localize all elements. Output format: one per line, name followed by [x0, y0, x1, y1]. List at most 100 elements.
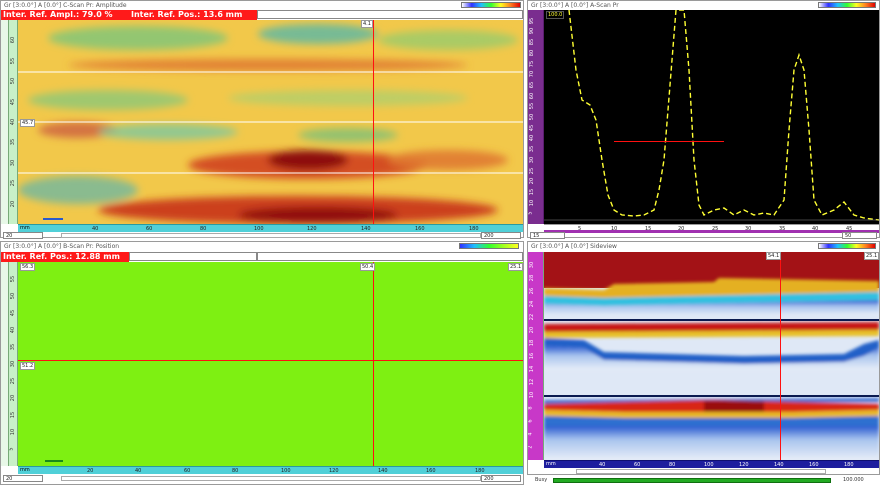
sscan-x-tick: 40 — [599, 462, 606, 468]
ascan-y-tick: 20 — [529, 177, 536, 185]
bscan-title: Gr [3:0.0°] A [0.0°] B-Scan Pr: Position — [1, 242, 523, 251]
ascan-y-tick: 80 — [529, 49, 536, 57]
cscan-x-tick: 80 — [200, 226, 207, 232]
sscan-horizontal-ruler[interactable]: 40 60 80 100 120 140 160 180 — [544, 460, 879, 468]
sscan-scroll-track[interactable] — [576, 469, 826, 474]
bscan-y-tick: 40 — [10, 326, 17, 334]
ascan-axis-end-input[interactable]: 50 — [842, 232, 877, 239]
ascan-axis-start-input[interactable]: 15 — [530, 232, 565, 239]
bscan-y-tick: 25 — [10, 377, 17, 385]
bscan-y-tick: 45 — [10, 309, 17, 317]
bscan-x-tick: 100 — [281, 468, 291, 474]
ascan-y-tick: 60 — [529, 92, 536, 100]
sscan-y-tick: 12 — [529, 378, 536, 386]
ascan-y-tick: 65 — [529, 81, 536, 89]
bscan-x-tick: 140 — [378, 468, 388, 474]
sscan-right-label: 25.1 — [864, 252, 880, 260]
sscan-color-palette[interactable] — [818, 243, 876, 249]
ascan-y-tick: 55 — [529, 102, 536, 110]
cscan-y-tick: 50 — [10, 77, 17, 85]
ascan-y-tick: 85 — [529, 38, 536, 46]
sscan-x-tick: 60 — [634, 462, 641, 468]
sscan-x-tick: 120 — [739, 462, 749, 468]
sscan-y-tick: 26 — [529, 287, 536, 295]
sscan-x-tick: 80 — [669, 462, 676, 468]
bscan-y-tick: 20 — [10, 394, 17, 402]
bscan-axis-start-input[interactable]: 20 — [3, 475, 43, 482]
cscan-axis-end-input[interactable]: 200 — [481, 232, 521, 239]
sscan-x-tick: 140 — [774, 462, 784, 468]
ascan-panel[interactable]: Gr [3:0.0°] A [0.0°] A-Scan Pr 95 90 85 80 7… — [527, 0, 880, 239]
bscan-axis-end-input[interactable]: 200 — [481, 475, 521, 482]
ascan-vertical-ruler[interactable]: 95 90 85 80 75 70 65 60 55 50 45 40 35 30 25 20 15 10 5 — [528, 10, 544, 224]
bscan-y-tick: 10 — [10, 428, 17, 436]
cscan-x-tick: 180 — [469, 226, 479, 232]
cscan-cursor-vertical[interactable] — [373, 20, 374, 224]
ascan-depth-bar[interactable] — [544, 230, 879, 233]
bscan-cursor-horizontal[interactable] — [18, 360, 523, 361]
sscan-y-tick: 28 — [529, 274, 536, 282]
bscan-pos-readout: Inter. Ref. Pos.: 12.88 mm — [1, 252, 129, 262]
sscan-x-unit: mm — [546, 461, 556, 467]
bscan-y-tick: 35 — [10, 343, 17, 351]
bscan-y-tick: 55 — [10, 275, 17, 283]
bscan-x-tick: 20 — [87, 468, 94, 474]
cscan-readout-spare — [257, 10, 523, 19]
bscan-scale-mark — [45, 460, 63, 462]
bscan-y-tick: 5 — [9, 447, 15, 451]
bscan-x-tick: 160 — [426, 468, 436, 474]
bscan-color-palette[interactable] — [459, 243, 519, 249]
ascan-y-tick: 35 — [529, 145, 536, 153]
bscan-left-strip — [1, 262, 9, 466]
bscan-cursor-label: 50.4 — [360, 263, 376, 271]
cscan-x-tick: 100 — [254, 226, 264, 232]
status-right-text: 100.000 — [843, 477, 864, 483]
sscan-y-tick: 10 — [529, 391, 536, 399]
sscan-cursor-label: 54.1 — [766, 252, 782, 260]
cscan-image[interactable] — [18, 20, 523, 224]
ascan-top-value: 100.0 — [546, 11, 565, 19]
bscan-x-tick: 120 — [329, 468, 339, 474]
sscan-y-tick: 8 — [528, 406, 534, 410]
ascan-y-tick: 50 — [529, 113, 536, 121]
ascan-y-tick: 30 — [529, 156, 536, 164]
bscan-horizontal-ruler[interactable]: 20 40 60 80 100 120 140 160 180 — [18, 466, 523, 474]
sscan-x-tick: 160 — [809, 462, 819, 468]
cscan-horizontal-ruler[interactable]: 40 60 80 100 120 140 160 180 — [18, 224, 523, 232]
ascan-y-tick: 90 — [529, 27, 536, 35]
cscan-panel[interactable]: Gr [3:0.0°] A [0.0°] C-Scan Pr: Amplitud… — [0, 0, 524, 239]
cscan-pos-readout: Inter. Ref. Pos.: 13.6 mm — [129, 10, 257, 20]
cscan-x-tick: 140 — [361, 226, 371, 232]
sscan-cursor-vertical[interactable] — [780, 252, 781, 460]
ascan-y-tick: 75 — [529, 60, 536, 68]
sscan-x-tick: 100 — [704, 462, 714, 468]
cscan-y-tick: 45 — [10, 98, 17, 106]
cscan-ampl-readout: Inter. Ref. Ampl.: 79.0 % — [1, 10, 129, 20]
cscan-scroll-track[interactable] — [61, 233, 481, 238]
cscan-x-tick: 160 — [415, 226, 425, 232]
ascan-y-tick: 40 — [529, 134, 536, 142]
cscan-axis-start-input[interactable]: 20 — [3, 232, 43, 239]
sscan-y-tick: 6 — [528, 419, 534, 423]
ascan-y-tick: 45 — [529, 124, 536, 132]
bscan-panel[interactable]: Gr [3:0.0°] A [0.0°] B-Scan Pr: Position… — [0, 241, 524, 485]
bscan-scroll-track[interactable] — [61, 476, 481, 481]
ascan-plot[interactable] — [544, 10, 879, 224]
bscan-x-tick: 60 — [184, 468, 191, 474]
cscan-y-tick: 35 — [10, 138, 17, 146]
sscan-y-tick: 14 — [529, 365, 536, 373]
bscan-y-tick: 15 — [10, 411, 17, 419]
cscan-y-tick: 40 — [10, 118, 17, 126]
sscan-panel[interactable]: Gr [3:0.0°] A [0.0°] Sideview 30 28 26 24 22… — [527, 241, 880, 475]
sscan-vertical-ruler[interactable]: 30 28 26 24 22 20 18 16 14 12 10 8 6 4 2 — [528, 252, 544, 460]
ascan-gate[interactable] — [614, 141, 724, 142]
bscan-vertical-ruler[interactable]: 55 50 45 40 35 30 25 20 15 10 5 — [9, 262, 18, 466]
ascan-color-palette[interactable] — [818, 2, 876, 8]
bscan-top-left-label: 56.3 — [20, 263, 36, 271]
cscan-vertical-ruler[interactable]: 60 55 50 45 40 35 30 25 20 — [9, 20, 18, 224]
bscan-image[interactable] — [18, 262, 523, 466]
sscan-image[interactable] — [544, 252, 879, 460]
ascan-y-tick: 5 — [528, 211, 534, 215]
bscan-cursor-vertical[interactable] — [373, 262, 374, 466]
cscan-color-palette[interactable] — [461, 2, 521, 8]
